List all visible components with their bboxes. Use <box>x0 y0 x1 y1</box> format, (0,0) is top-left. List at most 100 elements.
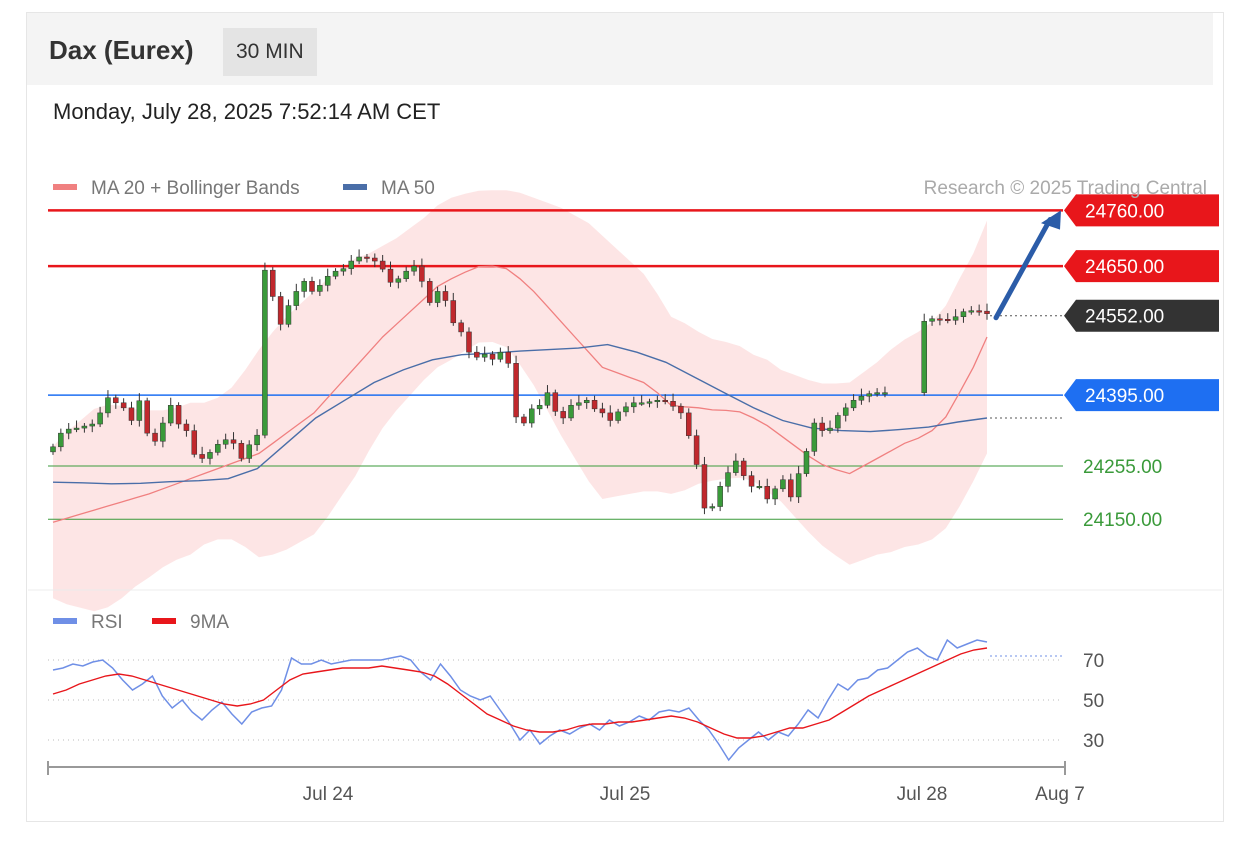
candle <box>489 353 496 360</box>
candle <box>984 310 990 314</box>
candle <box>277 296 284 325</box>
legend-ma50-label: MA 50 <box>381 178 435 199</box>
candle <box>568 405 574 419</box>
candle <box>254 434 260 446</box>
candle <box>403 270 409 280</box>
candle <box>521 416 527 424</box>
x-tick-label: Aug 7 <box>1035 784 1085 805</box>
candle <box>615 411 621 421</box>
candle <box>607 412 614 421</box>
candle <box>583 399 590 404</box>
candle <box>458 322 464 333</box>
candle <box>324 275 331 286</box>
x-tick-label: Jul 25 <box>600 784 651 805</box>
candle <box>293 291 300 306</box>
candle <box>740 460 747 476</box>
level-label: 24650.00 <box>1085 257 1164 278</box>
candle <box>395 278 402 283</box>
candle <box>960 311 967 317</box>
candle <box>709 506 716 509</box>
candle <box>419 265 425 282</box>
legend-rsi-label: RSI <box>91 612 123 633</box>
candle <box>144 400 150 434</box>
candle <box>191 430 198 455</box>
candle <box>97 412 103 425</box>
candle <box>450 300 457 324</box>
candle <box>701 464 708 509</box>
legend-rsi-swatch <box>53 618 77 624</box>
candle <box>795 473 802 498</box>
candle <box>466 331 472 353</box>
candle <box>623 406 629 413</box>
candle <box>270 269 276 297</box>
candle <box>638 402 645 405</box>
candle <box>65 428 72 434</box>
candle <box>348 260 355 269</box>
candle <box>811 422 818 452</box>
candle <box>725 472 731 487</box>
candle <box>756 486 763 489</box>
candle <box>167 405 174 424</box>
candle <box>599 408 606 414</box>
candle <box>576 402 582 406</box>
candle <box>215 444 221 453</box>
candle <box>646 401 653 404</box>
candle <box>560 411 566 419</box>
level-label: 24255.00 <box>1083 457 1162 478</box>
legend-ma50-swatch <box>343 184 367 190</box>
candle <box>113 397 119 404</box>
candle <box>968 310 975 313</box>
bollinger-band <box>53 190 987 612</box>
candle <box>152 432 158 442</box>
candle <box>536 405 543 410</box>
candle <box>411 265 417 272</box>
candle <box>819 422 825 431</box>
candle <box>882 392 888 395</box>
candle <box>301 281 307 292</box>
legend-rsi-ma-label: 9MA <box>190 612 229 633</box>
candle <box>58 432 64 448</box>
candle <box>670 401 676 407</box>
candle <box>246 444 252 459</box>
x-tick-label: Jul 28 <box>897 784 948 805</box>
candle <box>128 407 135 421</box>
price-chart: 24760.00 24650.00 24552.00 24395.00 24255.00… <box>28 178 1222 805</box>
candle <box>50 446 56 453</box>
candle <box>780 479 786 490</box>
candle <box>929 318 935 322</box>
candle <box>866 393 873 397</box>
candle <box>529 408 535 424</box>
candle <box>591 399 598 410</box>
candle <box>120 402 127 409</box>
legend-ma20-label: MA 20 + Bollinger Bands <box>91 178 300 199</box>
candle <box>733 460 739 473</box>
candle <box>364 256 370 259</box>
candle <box>552 392 559 412</box>
candle <box>230 439 237 444</box>
candle <box>434 291 441 303</box>
candle <box>317 285 323 292</box>
legend-ma20-swatch <box>53 184 77 190</box>
candle <box>654 399 661 403</box>
legend-rsi-ma-swatch <box>152 618 176 624</box>
rsi-ma-line <box>52 647 988 739</box>
rsi-tick-label: 30 <box>1083 731 1104 752</box>
candle <box>850 399 857 409</box>
candle <box>207 452 213 459</box>
candle <box>160 422 166 442</box>
candle <box>222 439 229 445</box>
candle <box>81 425 88 429</box>
candle <box>921 321 927 393</box>
candle <box>693 435 700 465</box>
candle <box>442 291 449 301</box>
candle <box>262 269 268 436</box>
candle <box>105 397 111 414</box>
candle <box>748 475 755 487</box>
candle <box>544 392 551 406</box>
candle <box>183 423 190 431</box>
candle <box>426 281 433 303</box>
candle <box>835 415 841 429</box>
forecast-arrow <box>993 217 1053 321</box>
candle <box>238 443 245 459</box>
rsi-tick-label: 70 <box>1083 651 1104 672</box>
